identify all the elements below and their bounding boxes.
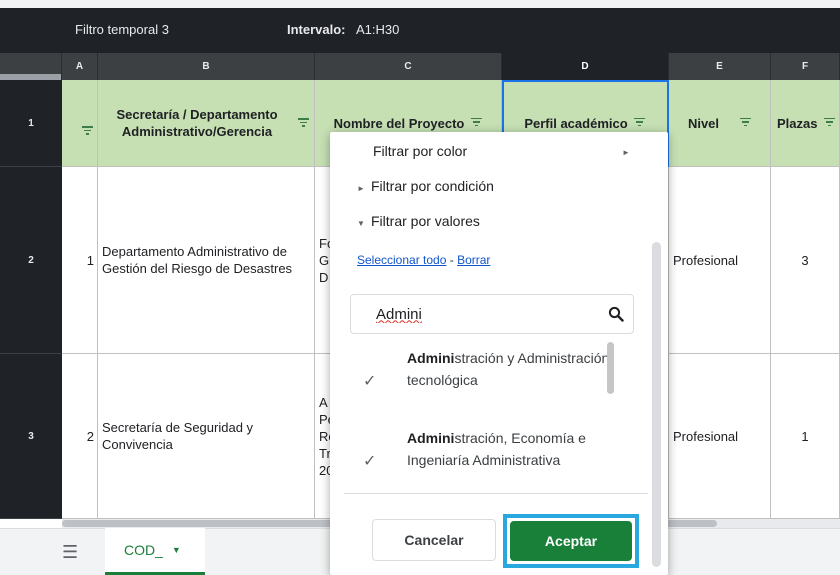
filter-icon[interactable] bbox=[297, 118, 310, 127]
cell-b2[interactable]: Departamento Administrativo de Gestión d… bbox=[98, 167, 315, 354]
cell-b1[interactable]: Secretaría / Departamento Administrativo… bbox=[98, 80, 315, 167]
all-sheets-menu-icon[interactable]: ☰ bbox=[62, 542, 78, 563]
column-header-d[interactable]: D bbox=[502, 53, 669, 80]
filter-icon[interactable] bbox=[470, 117, 482, 129]
header-plazas: Plazas bbox=[777, 115, 818, 131]
cell-a1[interactable] bbox=[62, 80, 98, 167]
sheet-tab-cod[interactable]: COD_ ▼ bbox=[105, 528, 205, 575]
collapse-arrow-icon: ▼ bbox=[357, 219, 365, 228]
menu-filter-by-condition[interactable]: ► Filtrar por condición bbox=[357, 178, 494, 194]
range-value[interactable]: A1:H30 bbox=[356, 22, 399, 37]
header-perfil-academico: Perfil académico bbox=[524, 115, 628, 131]
column-header-f[interactable]: F bbox=[771, 53, 840, 80]
select-links: Seleccionar todo - Borrar bbox=[357, 253, 490, 267]
accept-button[interactable]: Aceptar bbox=[510, 521, 632, 561]
search-box[interactable] bbox=[350, 294, 634, 334]
row-header-2[interactable]: 2 bbox=[0, 167, 62, 354]
cell-text: Secretaría de Seguridad y Convivencia bbox=[102, 420, 254, 452]
column-header-b[interactable]: B bbox=[98, 53, 315, 80]
cell-text: Departamento Administrativo de Gestión d… bbox=[102, 244, 293, 276]
row-header-1[interactable]: 1 bbox=[0, 80, 62, 167]
value-label: Administración, Economía e Ingeniaría Ad… bbox=[407, 427, 617, 471]
check-icon[interactable]: ✓ bbox=[363, 451, 376, 471]
value-list[interactable]: ✓ Administración y Administración tecnol… bbox=[338, 337, 638, 492]
list-item[interactable]: ✓ Administración, Economía e Ingeniaría … bbox=[338, 417, 638, 492]
expand-arrow-icon: ► bbox=[357, 184, 365, 193]
menu-filter-by-values[interactable]: ▼ Filtrar por valores bbox=[357, 213, 480, 229]
filter-bar: Filtro temporal 3 Intervalo: A1:H30 bbox=[0, 0, 840, 53]
sheet-tab-caret-icon[interactable]: ▼ bbox=[172, 545, 181, 555]
link-separator: - bbox=[449, 253, 454, 267]
header-nivel: Nivel bbox=[687, 115, 720, 131]
value-label: Administración y Administración tecnológ… bbox=[407, 347, 617, 391]
list-item[interactable]: ✓ Administración y Administración tecnol… bbox=[338, 337, 638, 417]
search-icon[interactable] bbox=[608, 306, 624, 322]
cell-f1[interactable]: Plazas bbox=[771, 80, 840, 167]
column-header-c[interactable]: C bbox=[315, 53, 502, 80]
highlight-box: Aceptar bbox=[503, 514, 639, 568]
header-secretaria: Secretaría / Departamento Administrativo… bbox=[116, 107, 278, 139]
cell-f3[interactable]: 1 bbox=[771, 354, 840, 519]
menu-label: Filtrar por condición bbox=[371, 178, 494, 194]
filter-icon[interactable] bbox=[81, 126, 94, 135]
cell-e1[interactable]: Nivel bbox=[669, 80, 771, 167]
row-header-3[interactable]: 3 bbox=[0, 354, 62, 519]
divider bbox=[344, 493, 648, 494]
filter-popup: Filtrar por color ► ► Filtrar por condici… bbox=[330, 132, 668, 575]
select-all-link[interactable]: Seleccionar todo bbox=[357, 253, 446, 267]
cell-e3[interactable]: Profesional bbox=[669, 354, 771, 519]
filter-icon[interactable] bbox=[823, 117, 835, 129]
column-header-a[interactable]: A bbox=[62, 53, 98, 80]
header-nombre-proyecto: Nombre del Proyecto bbox=[333, 115, 465, 131]
range-label: Intervalo: bbox=[287, 22, 346, 37]
clear-link[interactable]: Borrar bbox=[457, 253, 490, 267]
cell-f2[interactable]: 3 bbox=[771, 167, 840, 354]
check-icon[interactable]: ✓ bbox=[363, 371, 376, 391]
toolbar-strip bbox=[0, 0, 840, 8]
sheet-tab-label: COD_ bbox=[124, 542, 163, 558]
match-text: Admini bbox=[407, 350, 455, 366]
cell-b3[interactable]: Secretaría de Seguridad y Convivencia bbox=[98, 354, 315, 519]
submenu-arrow-icon: ► bbox=[622, 148, 630, 157]
cell-e2[interactable]: Profesional bbox=[669, 167, 771, 354]
cancel-button[interactable]: Cancelar bbox=[372, 519, 496, 561]
filter-name[interactable]: Filtro temporal 3 bbox=[75, 22, 169, 37]
select-all-corner[interactable] bbox=[0, 53, 62, 80]
search-input[interactable] bbox=[376, 303, 596, 325]
cell-a2[interactable]: 1 bbox=[62, 167, 98, 354]
filter-icon[interactable] bbox=[739, 117, 751, 129]
match-text: Admini bbox=[407, 430, 455, 446]
popup-scrollbar[interactable] bbox=[652, 242, 661, 567]
filter-icon[interactable] bbox=[634, 117, 646, 129]
column-header-e[interactable]: E bbox=[669, 53, 771, 80]
cell-a3[interactable]: 2 bbox=[62, 354, 98, 519]
menu-label: Filtrar por valores bbox=[371, 213, 480, 229]
menu-filter-by-color[interactable]: Filtrar por color bbox=[373, 143, 467, 159]
list-scrollbar[interactable] bbox=[607, 342, 614, 394]
